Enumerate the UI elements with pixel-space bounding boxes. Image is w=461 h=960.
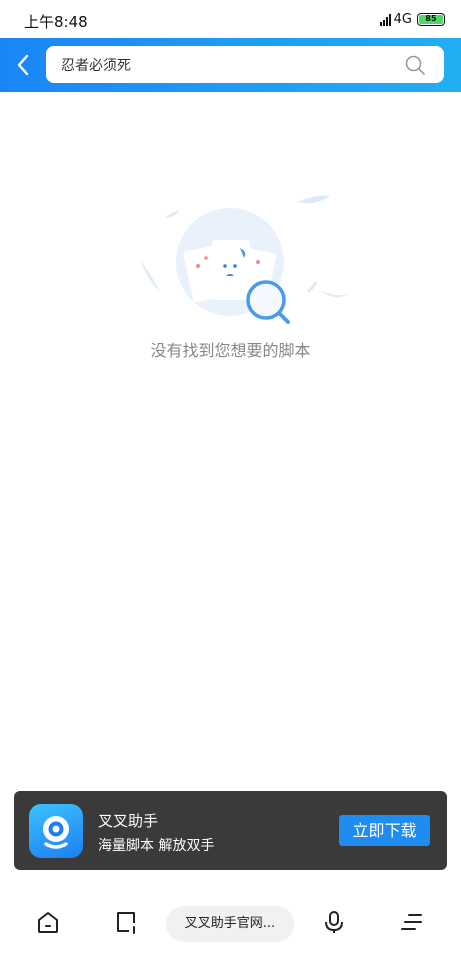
promo-tagline: 海量脚本 解放双手: [98, 838, 215, 854]
menu-button[interactable]: [397, 907, 427, 937]
back-button[interactable]: [10, 51, 36, 79]
tabs-button[interactable]: [111, 907, 141, 937]
status-time: 上午8:48: [24, 13, 88, 31]
home-icon: [38, 912, 58, 933]
tabs-icon: [117, 912, 135, 934]
empty-state-message: 没有找到您想要的脚本: [150, 341, 311, 360]
search-input[interactable]: 忍者必须死: [46, 46, 444, 83]
search-header: 忍者必须死: [0, 38, 461, 92]
status-bar: 上午8:48 4G 85: [0, 0, 461, 38]
current-page-pill[interactable]: 叉叉助手官网...: [166, 906, 294, 942]
promo-banner[interactable]: 叉叉助手 海量脚本 解放双手 立即下载: [14, 791, 447, 870]
microphone-icon: [325, 911, 343, 933]
search-icon[interactable]: [404, 54, 426, 76]
search-query: 忍者必须死: [61, 58, 131, 74]
voice-button[interactable]: [319, 907, 349, 937]
empty-search-illustration: [140, 195, 348, 324]
battery-icon: 85: [417, 13, 445, 26]
app-logo-icon: [29, 804, 83, 858]
battery-level: 85: [419, 15, 443, 24]
bottom-nav: 叉叉助手官网...: [0, 895, 461, 960]
status-indicators: 4G 85: [379, 12, 445, 27]
promo-app-name: 叉叉助手: [98, 812, 159, 830]
download-button[interactable]: 立即下载: [339, 815, 430, 846]
chevron-left-icon: [17, 54, 29, 76]
menu-icon: [401, 914, 422, 930]
home-button[interactable]: [33, 907, 63, 937]
network-type: 4G: [393, 12, 412, 27]
signal-icon: [379, 13, 391, 26]
